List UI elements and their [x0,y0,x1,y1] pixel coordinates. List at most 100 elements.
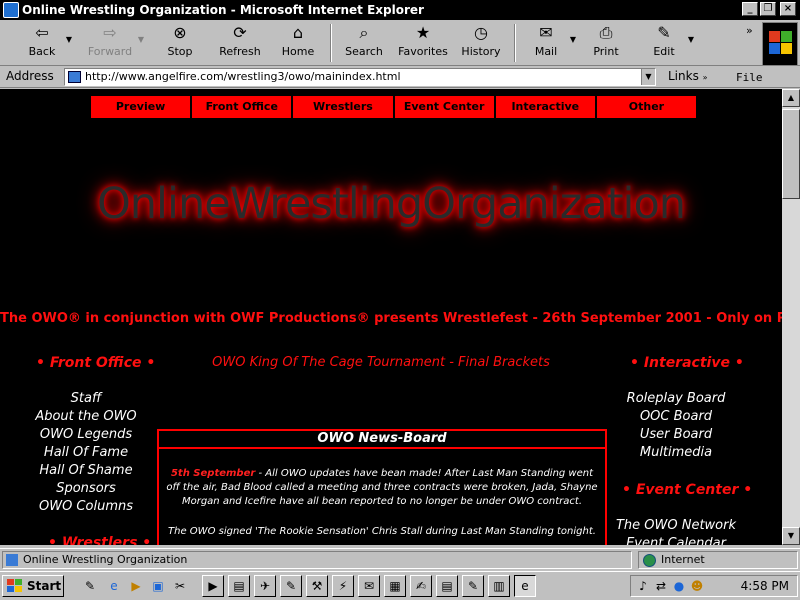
taskbar-window-paper-icon[interactable]: ✈ [254,575,276,597]
link-multimedia[interactable]: Multimedia [606,445,746,460]
scroll-up-icon[interactable]: ▲ [782,89,800,107]
nav-preview[interactable]: Preview [91,96,193,118]
home-label: Home [281,45,315,58]
window-title: Online Wrestling Organization - Microsof… [22,3,424,17]
messenger-icon[interactable]: ☻ [689,578,705,594]
scroll-down-icon[interactable]: ▼ [782,527,800,545]
vertical-scrollbar[interactable]: ▲ ▼ [782,89,800,545]
chevron-down-icon[interactable]: ▼ [66,35,72,44]
taskbar-window-media-icon[interactable]: ▶ [202,575,224,597]
nav-event-center[interactable]: Event Center [394,96,496,118]
taskbar-window-doc-icon[interactable]: ▦ [384,575,406,597]
search-icon: ⌕ [359,23,369,42]
nav-other[interactable]: Other [596,96,697,118]
stop-button[interactable]: ⊗ Stop [162,23,198,63]
chevron-down-icon[interactable]: ▼ [570,35,576,44]
link-ooc-board[interactable]: OOC Board [606,409,746,424]
toolbar-separator [514,24,516,62]
news-board-body: 5th September - All OWO updates have bea… [159,449,605,539]
link-staff[interactable]: Staff [16,391,156,406]
announcement-marquee: The OWO® in conjunction with OWF Product… [0,311,782,326]
close-button[interactable]: × [780,2,796,16]
link-about[interactable]: About the OWO [16,409,156,424]
ie-app-icon[interactable] [3,2,19,18]
nav-interactive[interactable]: Interactive [495,96,597,118]
site-nav: Preview Front Office Wrestlers Event Cen… [91,96,697,118]
chevron-down-icon[interactable]: ▼ [641,69,655,85]
taskbar-window-chat-icon[interactable]: ✉ [358,575,380,597]
quicklaunch-desktop-icon[interactable]: ▣ [148,576,168,596]
volume-icon[interactable]: ♪ [635,578,651,594]
history-icon: ◷ [474,23,488,42]
history-label: History [461,45,501,58]
quicklaunch-media-icon[interactable]: ▶ [126,576,146,596]
address-input[interactable]: http://www.angelfire.com/wrestling3/owo/… [64,68,656,86]
taskbar: Start ✎ e ▶ ▣ ✂ ▶ ▤ ✈ ✎ ⚒ ⚡ ✉ ▦ ✍ ▤ ✎ ▥ … [0,571,800,600]
start-button[interactable]: Start [2,575,64,597]
page-icon [6,554,18,566]
edit-button[interactable]: ✎ Edit ▼ [644,23,694,63]
stop-icon: ⊗ [173,23,187,42]
news-board-title: OWO News-Board [159,431,605,449]
taskbar-window-folder-icon[interactable]: ▤ [228,575,250,597]
page-content: Preview Front Office Wrestlers Event Cen… [0,89,782,545]
zone-text: Internet [661,553,705,566]
forward-arrow-icon: ⇨ [103,23,117,42]
minimize-button[interactable]: _ [742,2,758,16]
scroll-thumb[interactable] [782,109,800,199]
favorites-button[interactable]: ★ Favorites [398,23,448,63]
mail-icon: ✉ [539,23,553,42]
link-hall-of-fame[interactable]: Hall Of Fame [16,445,156,460]
taskbar-window-paint-icon[interactable]: ✎ [280,575,302,597]
clock[interactable]: 4:58 PM [741,579,789,593]
taskbar-window-plug-icon[interactable]: ⚡ [332,575,354,597]
news-item: 5th September - All OWO updates have bea… [165,467,599,509]
search-button[interactable]: ⌕ Search [342,23,386,63]
nav-wrestlers[interactable]: Wrestlers [293,96,395,118]
link-legends[interactable]: OWO Legends [16,427,156,442]
back-button[interactable]: ⇦ Back ▼ [22,23,72,63]
security-zone-panel: Internet [638,551,798,569]
link-owo-network[interactable]: The OWO Network [606,518,746,533]
status-bar: Online Wrestling Organization Internet [0,548,800,570]
print-button[interactable]: ⎙ Print [588,23,624,63]
back-arrow-icon: ⇦ [35,23,49,42]
interactive-heading: • Interactive • [630,355,744,371]
link-event-calendar[interactable]: Event Calendar [606,536,746,545]
king-of-the-cage-link[interactable]: OWO King Of The Cage Tournament - Final … [200,355,562,370]
forward-button[interactable]: ⇨ Forward ▼ [86,23,144,63]
link-sponsors[interactable]: Sponsors [16,481,156,496]
taskbar-window-edit-icon[interactable]: ✎ [462,575,484,597]
quicklaunch-pen-icon[interactable]: ✎ [80,576,100,596]
history-button[interactable]: ◷ History [460,23,502,63]
maximize-button[interactable]: ❐ [760,2,776,16]
link-user-board[interactable]: User Board [606,427,746,442]
taskbar-window-note-icon[interactable]: ✍ [410,575,432,597]
quicklaunch-tool-icon[interactable]: ✂ [170,576,190,596]
taskbar-window-sheet-icon[interactable]: ▥ [488,575,510,597]
search-label: Search [345,45,383,58]
links-button[interactable]: Links » [668,69,708,83]
back-label: Back [28,45,56,58]
status-text: Online Wrestling Organization [23,553,188,566]
chevron-down-icon[interactable]: ▼ [688,35,694,44]
title-bar: Online Wrestling Organization - Microsof… [0,0,800,20]
nav-front-office[interactable]: Front Office [192,96,294,118]
chevron-down-icon[interactable]: ▼ [138,35,144,44]
quicklaunch-ie-icon[interactable]: e [104,576,124,596]
taskbar-window-file-icon[interactable]: ▤ [436,575,458,597]
globe-icon[interactable]: ● [671,578,687,594]
taskbar-window-tools-icon[interactable]: ⚒ [306,575,328,597]
toolbar-more-icon[interactable]: » [746,24,753,37]
mail-button[interactable]: ✉ Mail ▼ [526,23,576,63]
edit-label: Edit [653,45,675,58]
taskbar-window-ie-active-icon[interactable]: e [514,575,536,597]
network-icon[interactable]: ⇄ [653,578,669,594]
home-button[interactable]: ⌂ Home [280,23,316,63]
favorites-label: Favorites [398,45,448,58]
link-hall-of-shame[interactable]: Hall Of Shame [16,463,156,478]
link-columns[interactable]: OWO Columns [16,499,156,514]
link-roleplay-board[interactable]: Roleplay Board [606,391,746,406]
refresh-button[interactable]: ⟳ Refresh [218,23,262,63]
file-menu[interactable]: File [736,71,763,84]
